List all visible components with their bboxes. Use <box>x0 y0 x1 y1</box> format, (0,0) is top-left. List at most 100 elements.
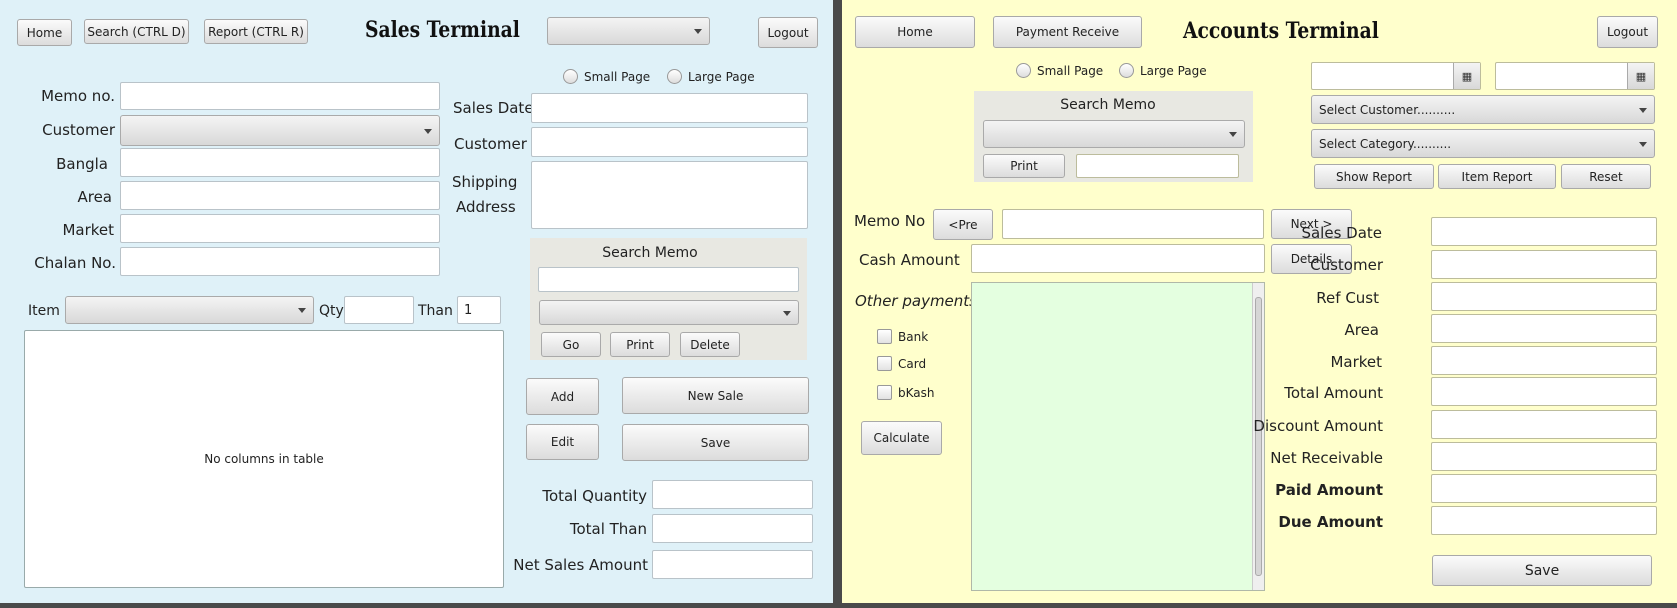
select-customer-dropdown[interactable]: Select Customer.......... <box>1311 95 1655 124</box>
paid-amount-label: Paid Amount <box>1275 481 1383 499</box>
qty-label: Qty <box>319 303 344 319</box>
small-page-radio[interactable] <box>1016 63 1031 78</box>
save-button[interactable]: Save <box>622 424 809 461</box>
than-input[interactable]: 1 <box>457 296 501 324</box>
chevron-down-icon <box>1639 107 1647 113</box>
market-label: Market <box>62 221 114 239</box>
sales-date-input[interactable] <box>531 93 808 123</box>
total-amount-input[interactable] <box>1431 377 1657 406</box>
search-memo-label: Search Memo <box>602 245 698 261</box>
print-button[interactable]: Print <box>983 154 1065 178</box>
accounts-terminal-panel: Home Payment Receive Accounts Terminal L… <box>842 0 1677 603</box>
cash-amount-input[interactable] <box>971 244 1265 273</box>
search-memo-dropdown[interactable] <box>539 300 799 325</box>
search-memo-input[interactable] <box>538 267 799 292</box>
search-memo-label: Search Memo <box>1060 97 1156 113</box>
header-dropdown[interactable] <box>547 17 710 45</box>
market-label: Market <box>1330 353 1382 371</box>
chevron-down-icon <box>1639 141 1647 147</box>
item-label: Item <box>28 303 60 319</box>
due-amount-label: Due Amount <box>1278 513 1383 531</box>
bangla-label: Bangla <box>56 155 108 173</box>
shipping-label: Shipping <box>452 173 518 191</box>
card-checkbox[interactable] <box>877 356 892 371</box>
paid-amount-input[interactable] <box>1431 474 1657 503</box>
other-payments-area[interactable] <box>971 282 1265 591</box>
go-button[interactable]: Go <box>541 332 601 357</box>
net-sales-amount-input[interactable] <box>652 550 813 579</box>
net-receivable-input[interactable] <box>1431 442 1657 471</box>
area-input[interactable] <box>120 181 440 210</box>
logout-button[interactable]: Logout <box>758 17 818 48</box>
logout-button[interactable]: Logout <box>1597 16 1658 48</box>
to-date-picker[interactable]: ▦ <box>1495 62 1655 90</box>
due-amount-input[interactable] <box>1431 506 1657 535</box>
memo-no-input[interactable] <box>1002 209 1264 239</box>
total-quantity-input[interactable] <box>652 480 813 509</box>
report-button[interactable]: Report (CTRL R) <box>204 19 308 44</box>
total-than-input[interactable] <box>652 514 813 543</box>
delete-button[interactable]: Delete <box>680 332 740 357</box>
market-input[interactable] <box>120 214 440 243</box>
ref-cust-input[interactable] <box>1431 282 1657 311</box>
item-report-button[interactable]: Item Report <box>1438 164 1556 189</box>
payment-receive-button[interactable]: Payment Receive <box>993 16 1142 48</box>
print-button[interactable]: Print <box>610 332 670 357</box>
search-button[interactable]: Search (CTRL D) <box>84 19 189 44</box>
area-input[interactable] <box>1431 314 1657 343</box>
items-table[interactable]: No columns in table <box>24 330 504 588</box>
show-report-button[interactable]: Show Report <box>1314 164 1434 189</box>
previous-button[interactable]: <Pre <box>933 209 993 240</box>
customer-right-label: Customer <box>454 135 527 153</box>
small-page-radio[interactable] <box>563 69 578 84</box>
address-label: Address <box>456 198 516 216</box>
ref-cust-label: Ref Cust <box>1316 289 1379 307</box>
large-page-radio[interactable] <box>1119 63 1134 78</box>
calculate-button[interactable]: Calculate <box>861 421 942 455</box>
customer-input[interactable] <box>1431 250 1657 279</box>
select-category-dropdown[interactable]: Select Category.......... <box>1311 129 1655 158</box>
item-dropdown[interactable] <box>65 296 314 324</box>
chevron-down-icon <box>298 308 306 313</box>
home-button[interactable]: Home <box>855 16 975 48</box>
search-memo-print-input[interactable] <box>1076 154 1239 178</box>
calendar-icon[interactable]: ▦ <box>1627 63 1654 89</box>
chevron-down-icon <box>694 29 702 34</box>
customer-label: Customer <box>42 121 115 139</box>
customer-dropdown[interactable] <box>120 115 440 146</box>
chalan-no-input[interactable] <box>120 247 440 276</box>
chevron-down-icon <box>424 128 432 134</box>
than-label: Than <box>418 303 453 319</box>
area-label: Area <box>1344 321 1379 339</box>
memo-no-input[interactable] <box>120 82 440 110</box>
memo-no-label: Memo no. <box>41 87 115 105</box>
edit-button[interactable]: Edit <box>526 424 599 460</box>
memo-no-label: Memo No <box>854 212 926 230</box>
qty-input[interactable] <box>344 296 414 324</box>
bank-checkbox[interactable] <box>877 329 892 344</box>
new-sale-button[interactable]: New Sale <box>622 377 809 414</box>
reset-button[interactable]: Reset <box>1561 164 1651 189</box>
other-payments-label: Other payments <box>855 292 977 310</box>
discount-amount-label: Discount Amount <box>1253 417 1383 435</box>
discount-amount-input[interactable] <box>1431 410 1657 439</box>
large-page-radio[interactable] <box>667 69 682 84</box>
shipping-address-textarea[interactable] <box>531 161 808 229</box>
save-button[interactable]: Save <box>1432 555 1652 586</box>
payments-scrollbar[interactable] <box>1252 283 1264 590</box>
sales-date-input[interactable] <box>1431 217 1657 246</box>
customer-right-input[interactable] <box>531 127 808 157</box>
chevron-down-icon <box>783 310 791 316</box>
search-memo-dropdown[interactable] <box>983 120 1245 148</box>
page-title: Accounts Terminal <box>1183 18 1379 44</box>
bkash-checkbox[interactable] <box>877 385 892 400</box>
add-button[interactable]: Add <box>526 378 599 415</box>
from-date-picker[interactable]: ▦ <box>1311 62 1481 90</box>
calendar-icon[interactable]: ▦ <box>1453 63 1480 89</box>
bangla-input[interactable] <box>120 148 440 177</box>
home-button[interactable]: Home <box>17 19 72 46</box>
scrollbar-thumb[interactable] <box>1255 297 1262 576</box>
total-than-label: Total Than <box>569 520 647 538</box>
market-input[interactable] <box>1431 346 1657 375</box>
card-label: Card <box>898 357 927 371</box>
